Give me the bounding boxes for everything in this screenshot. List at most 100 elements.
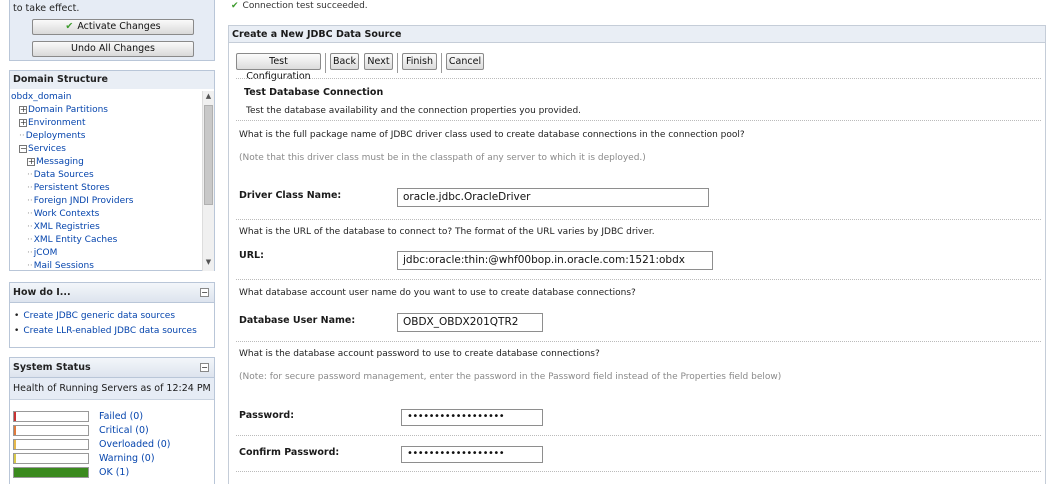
system-status-panel: System Status − Health of Running Server… [9,357,215,484]
how-do-i-panel: How do I... − • Create JDBC generic data … [9,282,215,348]
status-bar-fill [14,412,16,421]
tree-item[interactable]: obdx_domain [11,91,71,104]
tree-item[interactable]: ··Data Sources [27,169,94,182]
tree-item[interactable]: ··Foreign JNDI Providers [27,195,134,208]
tree-item-label: Work Contexts [33,209,100,219]
left-sidebar: to take effect. ✔ Activate Changes Undo A… [9,0,215,484]
status-bar-fill [14,440,16,449]
password-field[interactable]: •••••••••••••••••• [401,409,543,426]
tree-item-label: Foreign JNDI Providers [33,196,134,206]
status-label[interactable]: OK (1) [99,466,129,479]
cancel-button[interactable]: Cancel [446,53,484,70]
tree-connector-icon: ·· [27,170,33,180]
tree-item-label: Persistent Stores [33,183,110,193]
undo-all-changes-button[interactable]: Undo All Changes [32,41,194,57]
link-text: Create LLR-enabled JDBC data sources [23,326,197,336]
jdbc-form: Create a New JDBC Data Source Test Confi… [228,25,1046,484]
test-configuration-button[interactable]: Test Configuration [236,53,321,82]
status-label[interactable]: Critical (0) [99,424,149,437]
expand-icon[interactable]: + [19,118,27,127]
next-button[interactable]: Next [364,53,393,70]
success-message: ✔ Connection test succeeded. [231,0,368,14]
how-do-i-title: How do I... [13,287,71,298]
step-description: Test the database availability and the c… [246,106,582,116]
divider [236,471,1041,472]
tree-connector-icon: ·· [27,248,33,258]
tree-connector-icon: ·· [27,222,33,232]
tree-item-label: Environment [28,118,86,128]
collapse-icon[interactable]: − [19,144,27,153]
url-label: URL: [239,250,264,261]
tree-connector-icon: ·· [27,183,33,193]
status-bar [13,411,89,422]
link-text: Create JDBC generic data sources [23,311,176,321]
system-status-title: System Status [13,362,91,373]
tree-item-label: Services [28,144,66,154]
divider [236,279,1041,280]
tree-connector-icon: ·· [27,261,33,271]
divider [236,341,1041,342]
change-center-message: to take effect. [13,3,80,14]
tree-item-label: obdx_domain [11,92,72,102]
change-center: to take effect. ✔ Activate Changes Undo A… [9,0,215,61]
status-bar [13,425,89,436]
checkmark-icon: ✔ [231,1,239,11]
tree-scrollbar[interactable]: ▲ ▼ [202,91,214,271]
url-question: What is the URL of the database to conne… [239,227,655,237]
driver-class-field[interactable]: oracle.jdbc.OracleDriver [397,188,709,207]
status-bar-fill [14,454,16,463]
status-label[interactable]: Overloaded (0) [99,438,171,451]
tree-item[interactable]: ··XML Registries [27,221,100,234]
tree-connector-icon: ·· [27,196,33,206]
tree-item[interactable]: +Messaging [27,156,84,169]
tree-item[interactable]: ··Deployments [19,130,85,143]
tree-item[interactable]: +Environment [19,117,85,130]
driver-class-label: Driver Class Name: [239,190,342,201]
tree-item-label: Domain Partitions [28,105,108,115]
url-field[interactable]: jdbc:oracle:thin:@whf00bop.in.oracle.com… [397,251,713,270]
how-do-i-link[interactable]: • Create JDBC generic data sources [14,311,214,321]
tree-item[interactable]: ··XML Entity Caches [27,234,117,247]
tree-item-label: Deployments [25,131,86,141]
checkmark-icon: ✔ [65,21,74,32]
divider [236,78,1041,79]
tree-connector-icon: ·· [19,131,25,141]
collapse-icon[interactable]: − [200,288,209,297]
tree-connector-icon: ·· [27,235,33,245]
domain-tree: obdx_domain +Domain Partitions +Environmen… [10,91,202,271]
activate-changes-button[interactable]: ✔ Activate Changes [32,19,194,35]
driver-note: (Note that this driver class must be in … [239,153,646,163]
how-do-i-link[interactable]: • Create LLR-enabled JDBC data sources [14,326,214,336]
divider [236,120,1041,121]
status-label[interactable]: Warning (0) [99,452,155,465]
scroll-thumb[interactable] [204,105,213,205]
finish-button[interactable]: Finish [402,53,437,70]
tree-connector-icon: ·· [27,209,33,219]
tree-item[interactable]: −Services [19,143,66,156]
expand-icon[interactable]: + [19,105,27,114]
status-bar [13,439,89,450]
scroll-down-arrow-icon[interactable]: ▼ [203,258,214,269]
scroll-up-arrow-icon[interactable]: ▲ [203,92,214,103]
status-bar-fill [14,468,88,477]
tree-item-label: Mail Sessions [33,261,94,271]
tree-item[interactable]: ··Persistent Stores [27,182,110,195]
db-user-field[interactable]: OBDX_OBDX201QTR2 [397,313,543,332]
tree-item-label: Messaging [36,157,84,167]
status-label[interactable]: Failed (0) [99,410,143,423]
activate-changes-label: Activate Changes [77,21,161,32]
tree-item[interactable]: ··Work Contexts [27,208,99,221]
confirm-password-field[interactable]: •••••••••••••••••• [401,446,543,463]
status-bar [13,467,89,478]
tree-item[interactable]: ··Mail Sessions [27,260,94,271]
back-button[interactable]: Back [330,53,359,70]
password-label: Password: [239,410,295,421]
tree-item[interactable]: +Domain Partitions [19,104,108,117]
how-do-i-list: • Create JDBC generic data sources • Creat… [10,303,214,336]
main-content: ✔ Connection test succeeded. Create a New… [228,0,1046,484]
expand-icon[interactable]: + [27,157,35,166]
tree-item[interactable]: ··jCOM [27,247,57,260]
divider [236,219,1041,220]
confirm-password-label: Confirm Password: [239,447,340,458]
collapse-icon[interactable]: − [200,363,209,372]
